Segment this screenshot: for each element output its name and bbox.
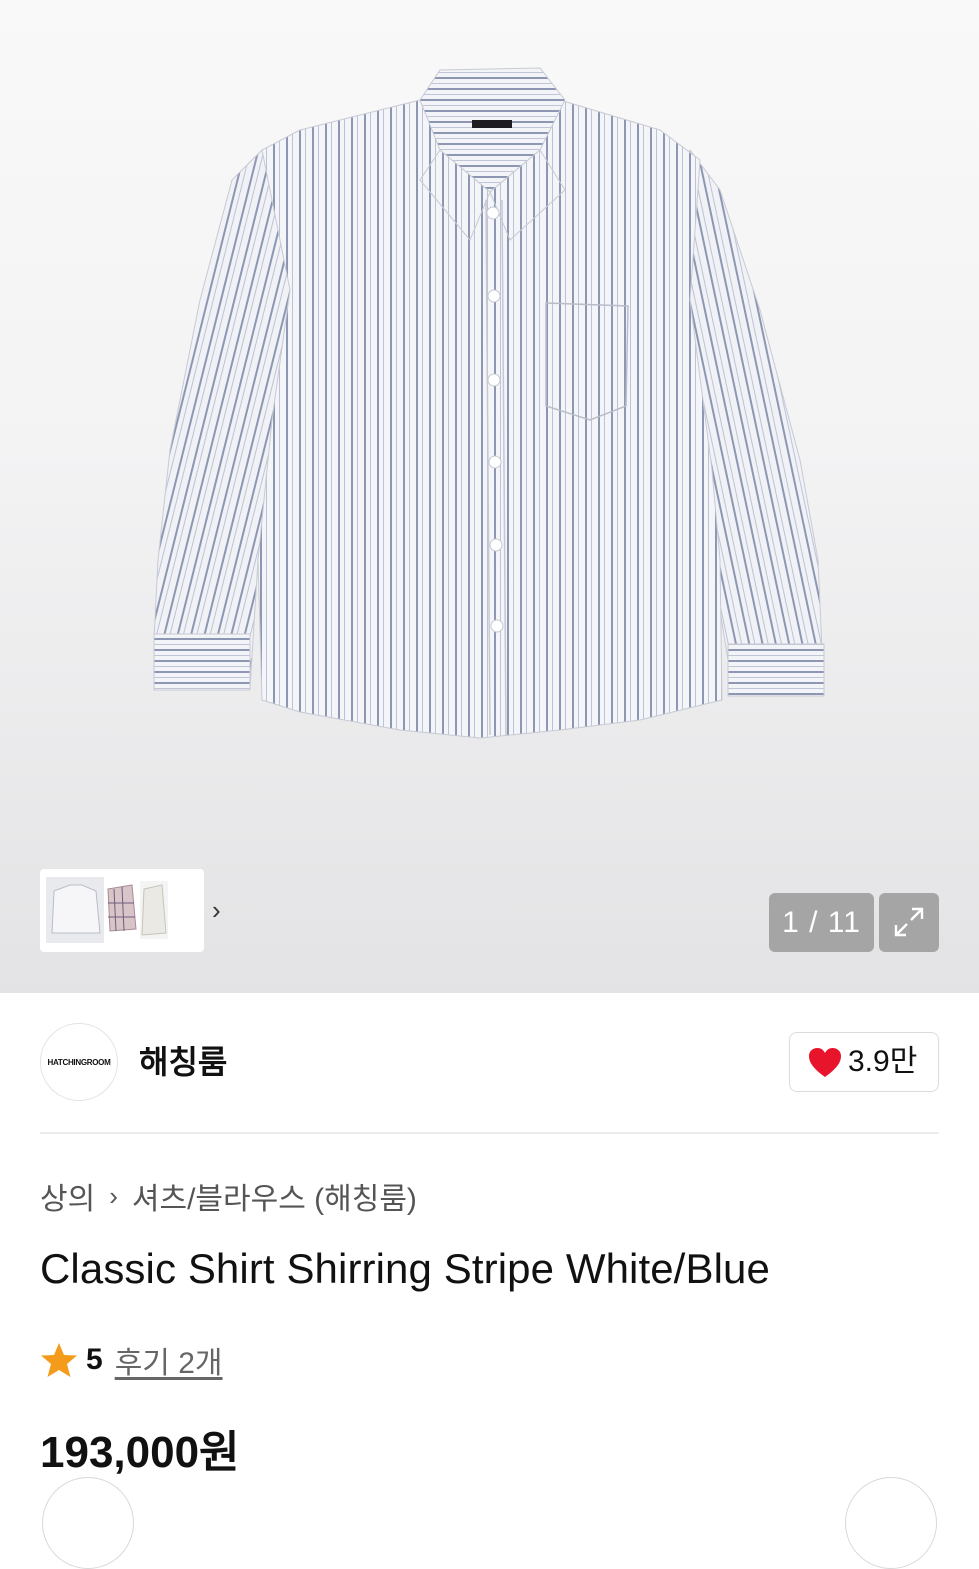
heart-icon: [809, 1048, 841, 1077]
rating-row: 5 후기 2개: [40, 1337, 223, 1383]
product-main-image[interactable]: [0, 0, 979, 993]
chevron-right-icon: ›: [109, 1180, 118, 1211]
breadcrumb: 상의 › 셔츠/블라우스 (해칭룸): [40, 1174, 417, 1218]
thumbnail-images[interactable]: [40, 869, 204, 952]
product-title: Classic Shirt Shirring Stripe White/Blue: [40, 1245, 770, 1292]
like-button[interactable]: 3.9만: [789, 1032, 939, 1092]
divider: [40, 1132, 939, 1134]
product-image-gallery[interactable]: › 1 / 11: [0, 0, 979, 993]
breadcrumb-item-subcategory[interactable]: 셔츠/블라우스 (해칭룸): [132, 1174, 417, 1218]
rating-score: 5: [86, 1343, 103, 1376]
brand-name[interactable]: 해칭룸: [139, 1040, 227, 1084]
star-icon: [41, 1343, 77, 1377]
product-price: 193,000원: [40, 1428, 240, 1477]
floating-button-left[interactable]: [42, 1477, 134, 1569]
like-count: 3.9만: [848, 1045, 918, 1078]
thumbnail-strip[interactable]: ›: [40, 869, 221, 952]
review-link[interactable]: 후기 2개: [115, 1338, 223, 1382]
floating-button-right[interactable]: [845, 1477, 937, 1569]
brand-logo-text: HATCHINGROOM: [47, 1057, 111, 1067]
expand-icon: [894, 907, 924, 937]
image-counter: 1 / 11: [769, 893, 874, 952]
thumbnail-next-arrow[interactable]: ›: [212, 895, 221, 925]
breadcrumb-item-category[interactable]: 상의: [40, 1174, 95, 1218]
brand-logo[interactable]: HATCHINGROOM: [40, 1023, 118, 1101]
expand-button[interactable]: [879, 893, 939, 952]
